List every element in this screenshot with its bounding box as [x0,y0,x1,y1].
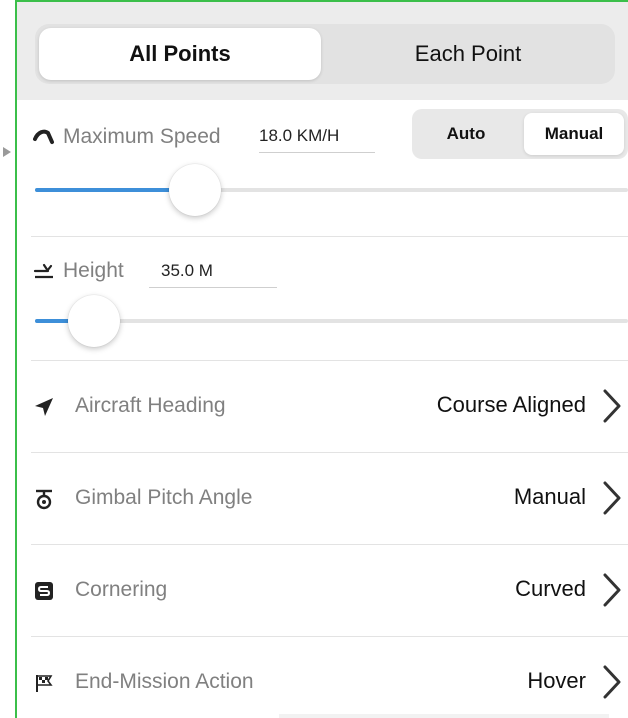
speed-icon [31,124,57,150]
row-gimbal-pitch-angle[interactable]: Gimbal Pitch Angle Manual [17,453,628,545]
speed-mode-toggle: Auto Manual [412,109,628,159]
gimbal-icon [31,486,57,512]
points-segmented-control: All Points Each Point [35,24,615,84]
row-label: Gimbal Pitch Angle [75,486,253,509]
height-value-field[interactable]: 35.0 M [149,261,277,288]
height-slider-track[interactable] [35,319,628,323]
row-end-mission-action[interactable]: End-Mission Action Hover [17,637,628,718]
row-value: Course Aligned [436,392,586,417]
chevron-right-icon [603,665,621,699]
chevron-right-icon [603,573,621,607]
height-section: Height 35.0 M [17,237,628,361]
waypoint-settings-panel: All Points Each Point Maximum Speed 18.0… [15,0,628,718]
tab-each-point[interactable]: Each Point [327,28,609,80]
speed-label: Maximum Speed [63,125,221,148]
pointer-arrow-marker [3,147,11,157]
checkered-flag-icon [31,670,57,696]
height-slider-thumb[interactable] [68,295,121,347]
row-value: Hover [527,668,586,693]
bottom-shadow-bar [279,714,609,718]
page: All Points Each Point Maximum Speed 18.0… [0,0,628,718]
speed-slider-thumb[interactable] [169,164,222,216]
row-aircraft-heading[interactable]: Aircraft Heading Course Aligned [17,361,628,453]
speed-section: Maximum Speed 18.0 KM/H Auto Manual [17,100,628,237]
row-label: Cornering [75,578,168,601]
row-label: Aircraft Heading [75,394,226,417]
mode-auto-button[interactable]: Auto [416,113,516,155]
heading-arrow-icon [31,394,57,420]
height-label: Height [63,259,124,282]
chevron-right-icon [603,389,621,423]
speed-value-field[interactable]: 18.0 KM/H [259,126,375,153]
tab-all-points[interactable]: All Points [39,28,321,80]
cornering-icon [31,578,57,604]
row-value: Curved [515,576,586,601]
row-label: End-Mission Action [75,670,254,693]
row-cornering[interactable]: Cornering Curved [17,545,628,637]
chevron-right-icon [603,481,621,515]
mode-manual-button[interactable]: Manual [524,113,624,155]
row-value: Manual [513,484,586,509]
altitude-icon [31,258,57,284]
header: All Points Each Point [17,2,628,100]
